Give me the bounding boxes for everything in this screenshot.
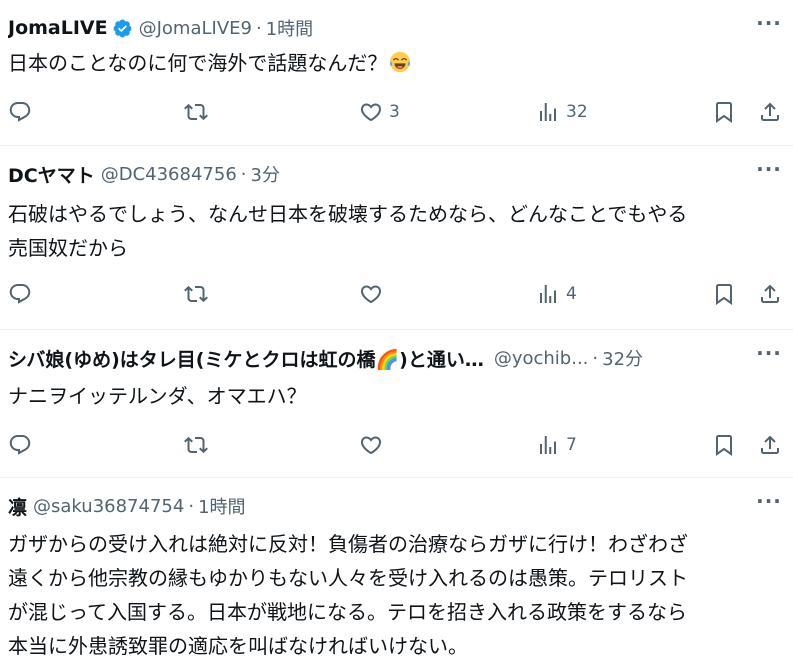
separator-dot: · xyxy=(240,163,247,185)
bookmark-icon xyxy=(712,100,736,124)
post-timestamp[interactable]: 3分 xyxy=(251,161,280,187)
post-text-line: 遠くから他宗教の縁もゆかりもない人々を受け入れるのは愚策。テロリスト xyxy=(8,566,688,590)
post-timestamp[interactable]: 1時間 xyxy=(198,493,245,519)
views-chart-icon xyxy=(536,282,560,306)
repost-icon xyxy=(184,282,208,306)
post-header: 凛 @saku36874754 · 1時間 xyxy=(8,492,733,520)
like-button[interactable]: 3 xyxy=(359,97,400,127)
repost-icon xyxy=(184,433,208,457)
reply-button[interactable] xyxy=(8,430,32,460)
post-text-line: 売国奴だから xyxy=(8,236,128,260)
post-header: DCヤマト @DC43684756 · 3分 xyxy=(8,160,733,188)
face-with-tears-of-joy-icon xyxy=(390,51,411,73)
reply-icon xyxy=(8,100,32,124)
more-options-icon[interactable]: ··· xyxy=(756,157,781,186)
heart-icon xyxy=(359,433,383,457)
author-handle[interactable]: @saku36874754 xyxy=(33,496,184,517)
author-handle[interactable]: @yochib... xyxy=(494,348,589,369)
heart-icon xyxy=(359,282,383,306)
action-bar: 7 xyxy=(0,430,793,460)
author-name[interactable]: DCヤマト xyxy=(8,161,95,188)
views-chart-icon xyxy=(536,100,560,124)
separator-dot: · xyxy=(255,17,262,39)
action-bar: 4 xyxy=(0,279,793,309)
post[interactable]: JomaLIVE @JomaLIVE9 · 1時間 ··· 日本のことなのに何で… xyxy=(0,0,793,146)
post-text-line: 石破はやるでしょう、なんせ日本を破壊するためなら、どんなことでもやる xyxy=(8,202,688,226)
views-chart-icon xyxy=(536,433,560,457)
like-count: 3 xyxy=(389,102,400,122)
post-text-line: 日本のことなのに何で海外で話題なんだ？ xyxy=(8,51,388,75)
author-name[interactable]: シバ娘(ゆめ)はタレ目(ミケとクロは虹の橋🌈)と通い… xyxy=(8,345,484,372)
verified-badge-icon xyxy=(113,19,132,37)
view-count: 32 xyxy=(566,102,588,122)
post-header: JomaLIVE @JomaLIVE9 · 1時間 xyxy=(8,14,733,42)
share-button[interactable] xyxy=(758,97,782,127)
action-bar: 3 32 xyxy=(0,97,793,127)
bookmark-button[interactable] xyxy=(712,430,736,460)
like-button[interactable] xyxy=(359,279,383,309)
post-text: 石破はやるでしょう、なんせ日本を破壊するためなら、どんなことでもやる 売国奴だか… xyxy=(8,197,779,265)
share-button[interactable] xyxy=(758,430,782,460)
bookmark-icon xyxy=(712,282,736,306)
post-text: 日本のことなのに何で海外で話題なんだ？ xyxy=(8,46,779,80)
more-options-icon[interactable]: ··· xyxy=(756,489,781,518)
post-timestamp[interactable]: 32分 xyxy=(602,345,643,371)
reply-button[interactable] xyxy=(8,97,32,127)
post-text-line: ナニヲイッテルンダ、オマエハ？ xyxy=(8,384,307,408)
share-icon xyxy=(758,100,782,124)
post-text: ガザからの受け入れは絶対に反対！負傷者の治療ならガザに行け！わざわざ 遠くから他… xyxy=(8,527,779,663)
author-name[interactable]: JomaLIVE xyxy=(8,17,108,39)
share-button[interactable] xyxy=(758,279,782,309)
post-header: シバ娘(ゆめ)はタレ目(ミケとクロは虹の橋🌈)と通い… @yochib... ·… xyxy=(8,344,733,372)
post-text-line: 本当に外患誘致罪の適応を叫ばなければいけない。 xyxy=(8,634,468,658)
view-count: 7 xyxy=(566,435,577,455)
share-icon xyxy=(758,282,782,306)
post-timestamp[interactable]: 1時間 xyxy=(266,15,313,41)
views-button[interactable]: 4 xyxy=(536,279,577,309)
author-handle[interactable]: @DC43684756 xyxy=(101,164,237,185)
view-count: 4 xyxy=(566,284,577,304)
bookmark-button[interactable] xyxy=(712,97,736,127)
post[interactable]: DCヤマト @DC43684756 · 3分 ··· 石破はやるでしょう、なんせ… xyxy=(0,146,793,330)
author-handle[interactable]: @JomaLIVE9 xyxy=(139,18,252,39)
post-text: ナニヲイッテルンダ、オマエハ？ xyxy=(8,379,779,413)
bookmark-button[interactable] xyxy=(712,279,736,309)
reply-icon xyxy=(8,433,32,457)
heart-icon xyxy=(359,100,383,124)
share-icon xyxy=(758,433,782,457)
repost-icon xyxy=(184,100,208,124)
repost-button[interactable] xyxy=(184,97,208,127)
separator-dot: · xyxy=(592,347,599,369)
views-button[interactable]: 32 xyxy=(536,97,588,127)
like-button[interactable] xyxy=(359,430,383,460)
author-name[interactable]: 凛 xyxy=(8,493,27,520)
reply-icon xyxy=(8,282,32,306)
bookmark-icon xyxy=(712,433,736,457)
post[interactable]: 凛 @saku36874754 · 1時間 ··· ガザからの受け入れは絶対に反… xyxy=(0,478,793,668)
post-text-line: が混じって入国する。日本が戦地になる。テロを招き入れる政策をするなら xyxy=(8,600,687,624)
reply-button[interactable] xyxy=(8,279,32,309)
post[interactable]: シバ娘(ゆめ)はタレ目(ミケとクロは虹の橋🌈)と通い… @yochib... ·… xyxy=(0,330,793,478)
more-options-icon[interactable]: ··· xyxy=(756,341,781,370)
views-button[interactable]: 7 xyxy=(536,430,577,460)
separator-dot: · xyxy=(188,495,195,517)
repost-button[interactable] xyxy=(184,279,208,309)
post-text-line: ガザからの受け入れは絶対に反対！負傷者の治療ならガザに行け！わざわざ xyxy=(8,532,688,556)
repost-button[interactable] xyxy=(184,430,208,460)
more-options-icon[interactable]: ··· xyxy=(756,11,781,40)
